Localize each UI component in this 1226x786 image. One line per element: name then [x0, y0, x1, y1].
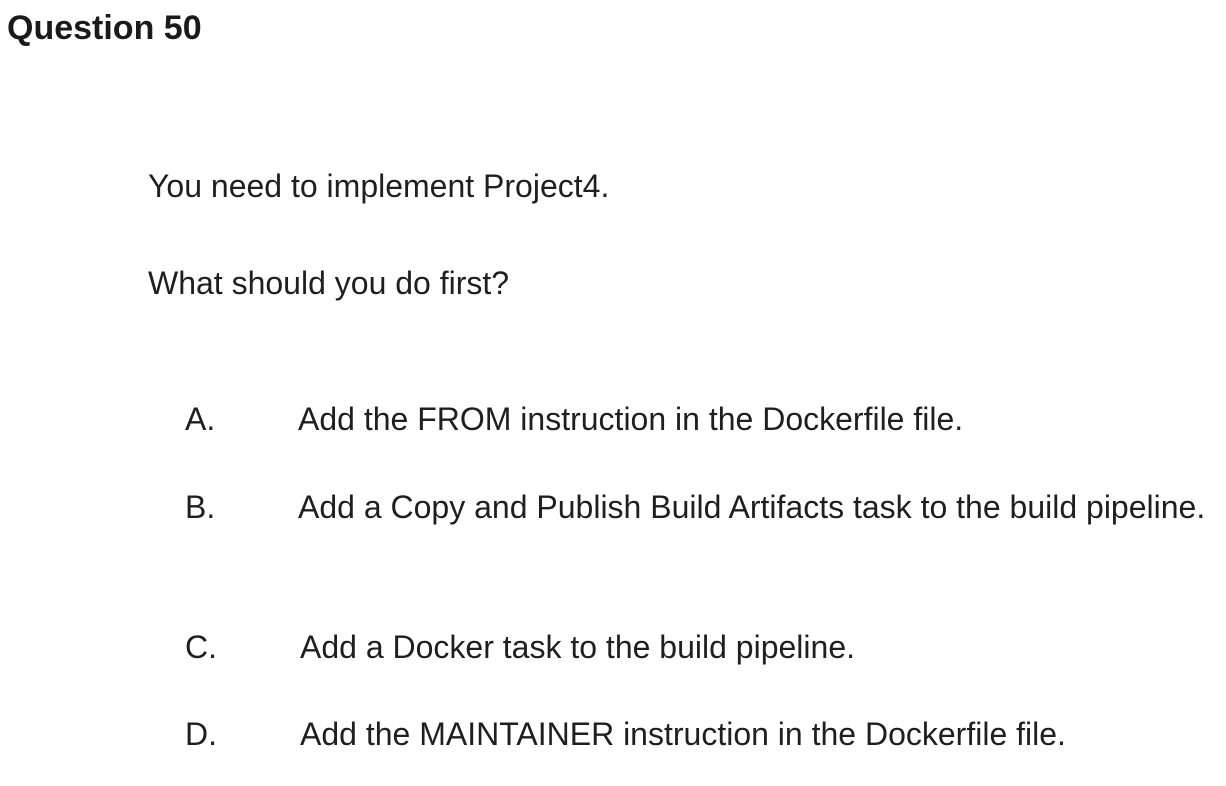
option-letter: C. — [185, 629, 217, 665]
option-letter: A. — [185, 401, 216, 437]
question-stem-context: You need to implement Project4. — [148, 168, 610, 204]
option-text: Add a Copy and Publish Build Artifacts t… — [298, 489, 1206, 525]
question-stem-prompt: What should you do first? — [148, 265, 510, 301]
option-letter: B. — [185, 489, 216, 525]
option-text: Add the FROM instruction in the Dockerfi… — [298, 401, 964, 437]
option-text: Add the MAINTAINER instruction in the Do… — [300, 716, 1066, 752]
option-text: Add a Docker task to the build pipeline. — [300, 629, 855, 665]
question-title: Question 50 — [7, 9, 202, 47]
option-letter: D. — [185, 716, 217, 752]
